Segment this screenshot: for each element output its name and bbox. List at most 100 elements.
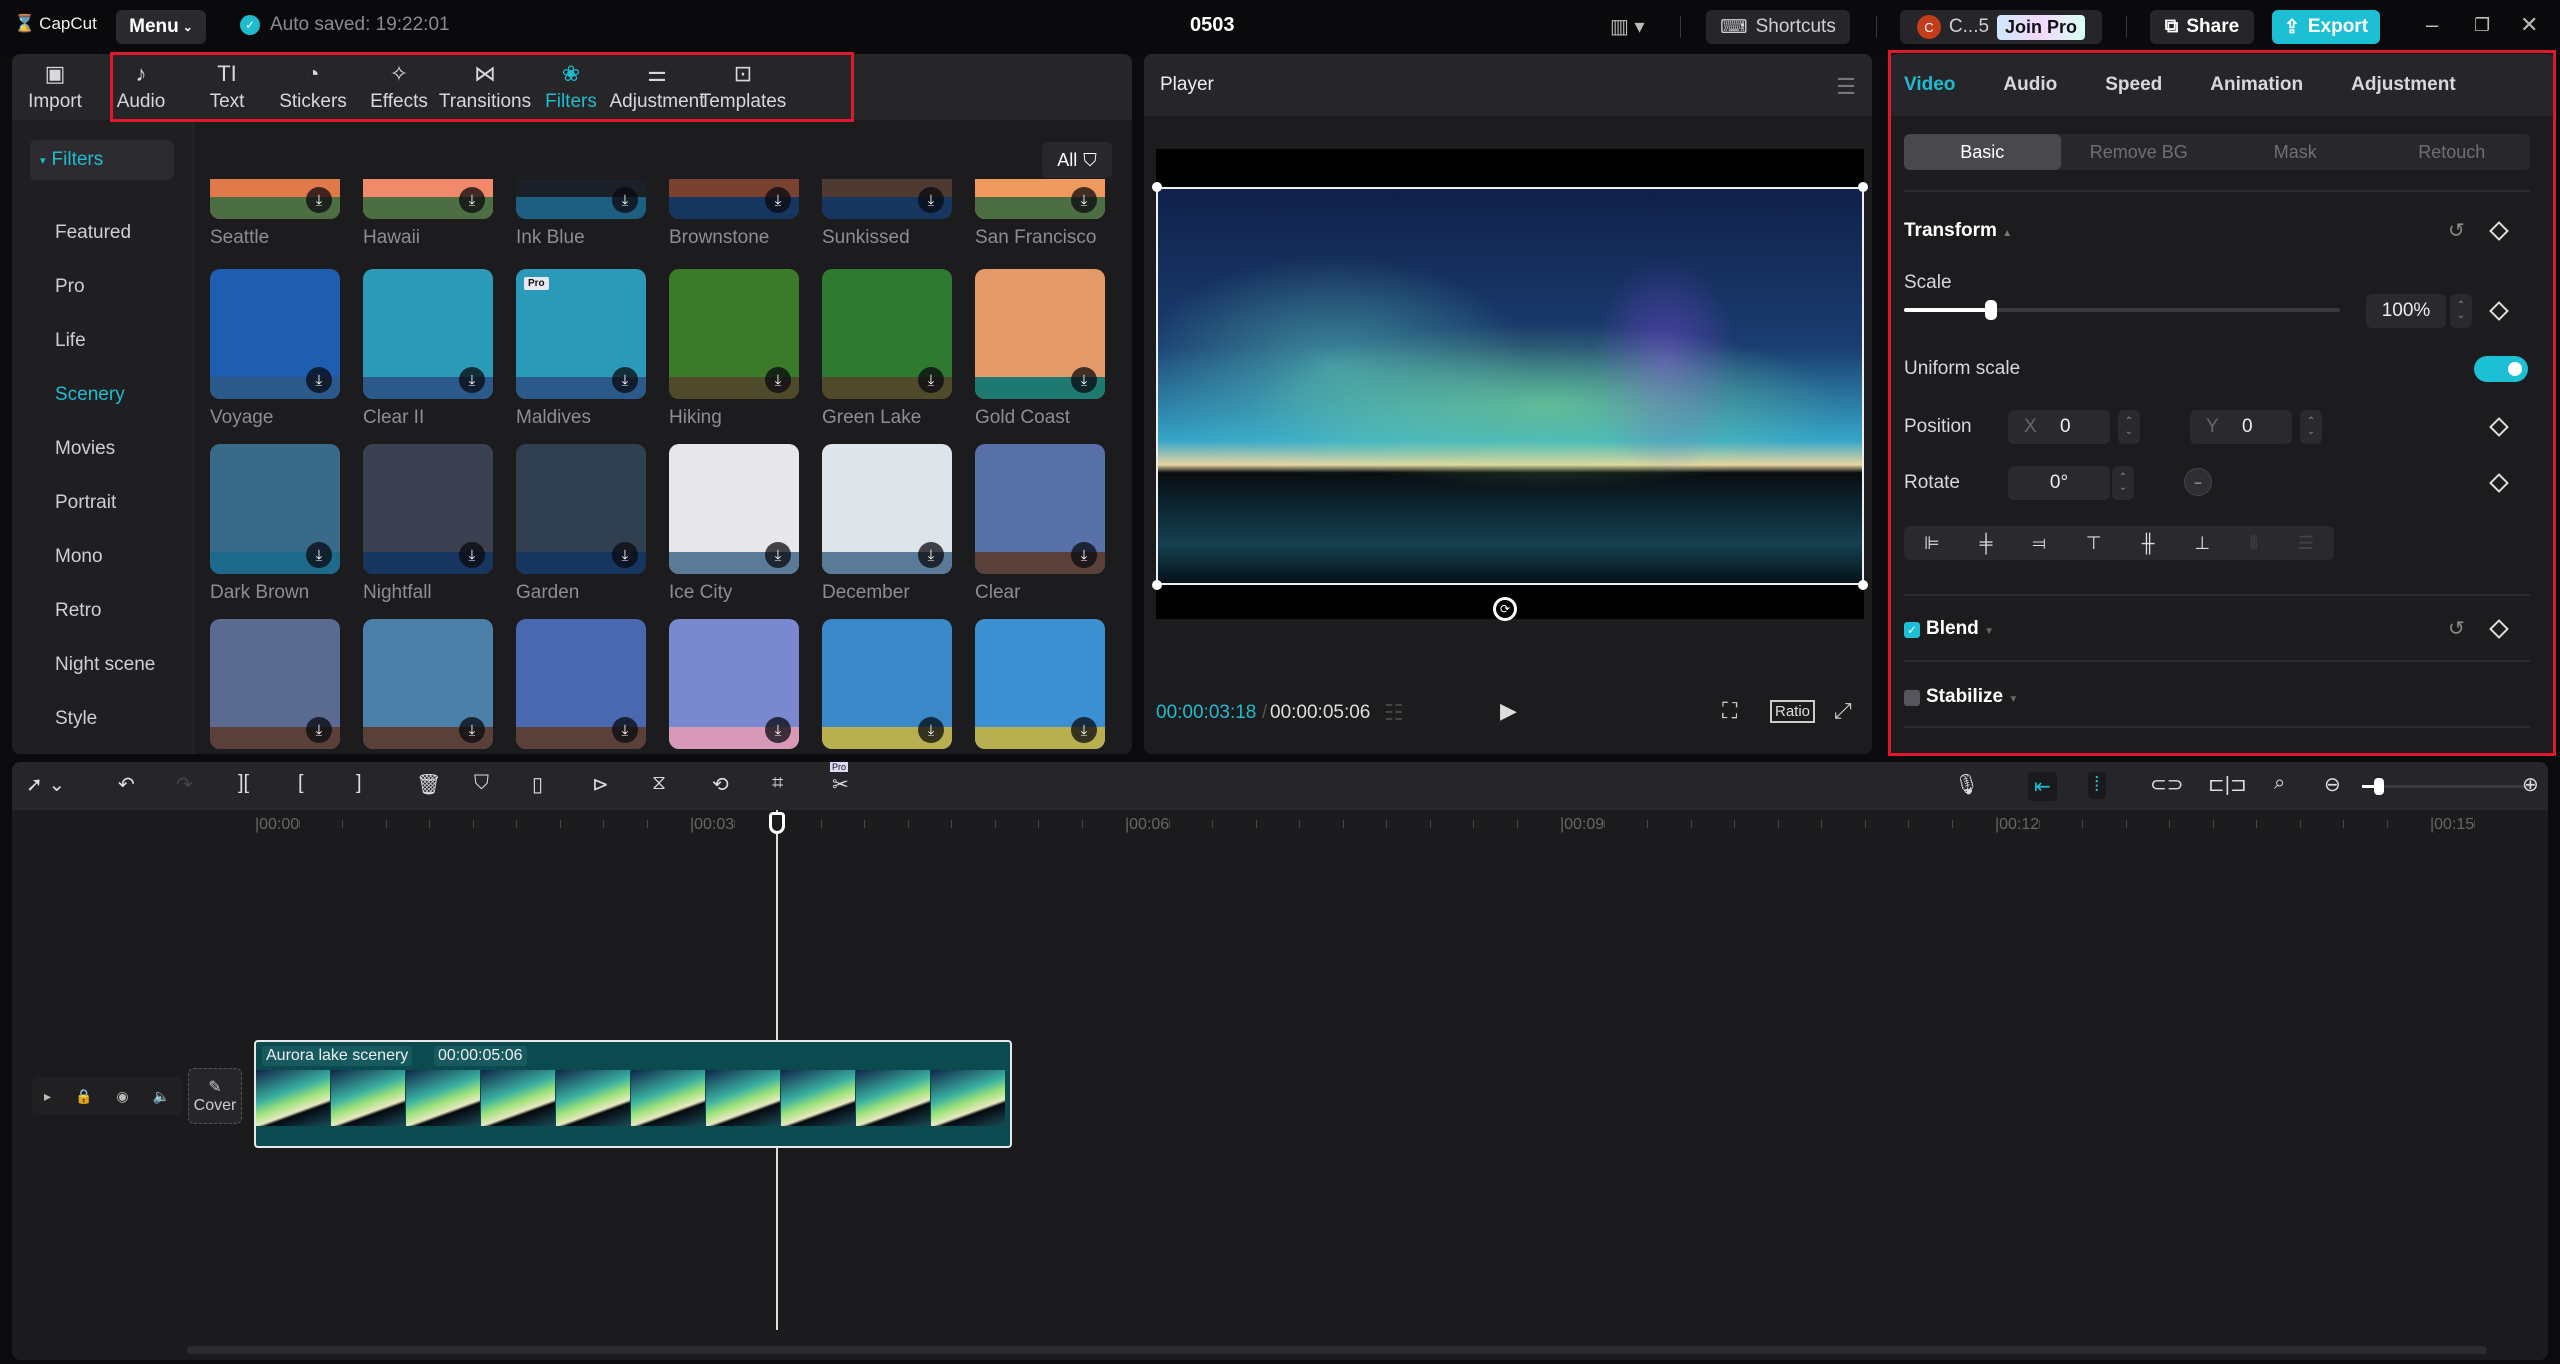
split-icon[interactable]: ][	[238, 772, 249, 795]
filter-thumbnail[interactable]: ⤓	[669, 619, 799, 749]
reverse-icon[interactable]: ⊳	[592, 772, 609, 797]
download-icon[interactable]: ⤓	[1071, 717, 1097, 743]
filter-card[interactable]: ⤓	[822, 619, 952, 754]
position-y-field[interactable]: Y0	[2190, 410, 2292, 444]
track-toggle-icon[interactable]: ▸	[44, 1088, 51, 1105]
filter-thumbnail[interactable]: ⤓	[516, 444, 646, 574]
keyframe-icon[interactable]	[2489, 619, 2509, 639]
filter-card[interactable]: ⤓ Ink Blue	[516, 179, 646, 249]
filter-thumbnail[interactable]: ⤓	[669, 269, 799, 399]
resize-handle-br[interactable]	[1858, 580, 1868, 590]
download-icon[interactable]: ⤓	[459, 367, 485, 393]
filter-card[interactable]: ⤓ Sunkissed	[822, 179, 952, 249]
download-icon[interactable]: ⤓	[306, 367, 332, 393]
sidebar-item-pro[interactable]: Pro	[55, 276, 85, 298]
filter-thumbnail[interactable]: ⤓	[822, 179, 952, 219]
align-left-icon[interactable]: ⊫	[1924, 533, 1940, 554]
restore-icon[interactable]: ❐	[2474, 15, 2490, 36]
filter-card[interactable]: ⤓ December	[822, 444, 952, 604]
crop-icon[interactable]: ⌗	[772, 772, 783, 795]
filter-card[interactable]: ⤓ Garden	[516, 444, 646, 604]
tab-templates[interactable]: ⊡ Templates	[700, 54, 787, 120]
tab-text[interactable]: TI Text	[184, 54, 270, 120]
hamburger-menu-icon[interactable]: ☰	[1836, 74, 1856, 100]
download-icon[interactable]: ⤓	[612, 187, 638, 213]
freeze-icon[interactable]: ▯	[532, 772, 543, 797]
timeline-scrollbar[interactable]	[187, 1346, 2487, 1354]
reset-icon[interactable]: ↺	[2448, 616, 2465, 641]
filter-card[interactable]: ⤓ Clear	[975, 444, 1105, 604]
sidebar-item-portrait[interactable]: Portrait	[55, 492, 116, 514]
menu-button[interactable]: Menu ⌄	[116, 10, 206, 44]
share-button[interactable]: ⧉ Share	[2150, 10, 2254, 44]
filter-thumbnail[interactable]: ⤓	[975, 619, 1105, 749]
sidebar-item-style[interactable]: Style	[55, 708, 97, 730]
filter-thumbnail[interactable]: ⤓	[516, 179, 646, 219]
auto-snapping-icon[interactable]: ⁞	[2088, 772, 2106, 799]
download-icon[interactable]: ⤓	[306, 717, 332, 743]
filter-card[interactable]: ⤓	[210, 619, 340, 754]
inspector-tab-speed[interactable]: Speed	[2105, 74, 2162, 96]
filter-card[interactable]: ⤓ Voyage	[210, 269, 340, 429]
download-icon[interactable]: ⤓	[306, 542, 332, 568]
filter-card[interactable]: ⤓ Ice City	[669, 444, 799, 604]
export-button[interactable]: ⇪ Export	[2272, 10, 2380, 44]
download-icon[interactable]: ⤓	[612, 367, 638, 393]
filter-card[interactable]: ⤓ Hiking	[669, 269, 799, 429]
sidebar-item-mono[interactable]: Mono	[55, 546, 103, 568]
tab-effects[interactable]: ✧ Effects	[356, 54, 442, 120]
subtab-retouch[interactable]: Retouch	[2374, 134, 2531, 170]
align-middle-v-icon[interactable]: ╫	[2142, 533, 2155, 554]
timeline-zoom-thumb[interactable]	[2374, 778, 2384, 795]
timeline-zoom-fit-icon[interactable]: ⌕	[2274, 772, 2285, 795]
inspector-tab-video[interactable]: Video	[1904, 74, 1955, 96]
stabilize-section-header[interactable]: Stabilize ▼	[1926, 686, 2018, 708]
filter-card[interactable]: ⤓ Green Lake	[822, 269, 952, 429]
download-icon[interactable]: ⤓	[1071, 187, 1097, 213]
scale-value-field[interactable]: 100%	[2366, 294, 2446, 328]
scale-slider-thumb[interactable]	[1985, 300, 1998, 320]
sidebar-item-retro[interactable]: Retro	[55, 600, 101, 622]
volume-icon[interactable]: 🔈	[153, 1088, 170, 1105]
split-right-icon[interactable]: ]	[356, 772, 362, 795]
download-icon[interactable]: ⤓	[765, 187, 791, 213]
layout-icon[interactable]: ▥ ▾	[1610, 14, 1645, 39]
main-track-magnet-icon[interactable]: ⇤	[2028, 772, 2057, 801]
filter-thumbnail[interactable]: ⤓	[363, 444, 493, 574]
filter-card[interactable]: ⤓	[669, 619, 799, 754]
align-right-icon[interactable]: ⫤	[2032, 533, 2046, 554]
tab-filters[interactable]: ❀ Filters	[528, 54, 614, 120]
download-icon[interactable]: ⤓	[918, 187, 944, 213]
position-x-stepper[interactable]: ⌃ ⌄	[2118, 410, 2140, 444]
tab-import[interactable]: ▣ Import	[12, 54, 98, 120]
ratio-button[interactable]: Ratio	[1770, 700, 1816, 723]
tab-adjustment[interactable]: ⚌ Adjustment	[609, 54, 704, 120]
video-clip[interactable]: Aurora lake scenery 00:00:05:06	[254, 1040, 1012, 1148]
join-pro-button[interactable]: Join Pro	[1997, 14, 2086, 40]
download-icon[interactable]: ⤓	[918, 367, 944, 393]
playhead-handle[interactable]	[769, 812, 785, 834]
filter-card[interactable]: ⤓ Hawaii	[363, 179, 493, 249]
tab-transitions[interactable]: ⋈ Transitions	[439, 54, 531, 120]
subtab-mask[interactable]: Mask	[2217, 134, 2374, 170]
filter-thumbnail[interactable]: ⤓	[669, 179, 799, 219]
keyframe-icon[interactable]	[2489, 301, 2509, 321]
resize-handle-tr[interactable]	[1858, 182, 1868, 192]
filter-card[interactable]: ⤓ Clear II	[363, 269, 493, 429]
auto-cut-pro-icon[interactable]: ✂ Pro	[830, 762, 849, 797]
download-icon[interactable]: ⤓	[765, 367, 791, 393]
zoom-out-icon[interactable]: ⊖	[2324, 772, 2341, 797]
rotate-dial[interactable]: –	[2184, 468, 2212, 496]
download-icon[interactable]: ⤓	[918, 717, 944, 743]
filter-card[interactable]: ⤓ Brownstone	[669, 179, 799, 249]
filter-card[interactable]: ⤓ Gold Coast	[975, 269, 1105, 429]
align-bottom-icon[interactable]: ⊥	[2194, 533, 2210, 554]
list-view-icon[interactable]: ☷	[1384, 700, 1404, 726]
mirror-icon[interactable]: ⧖	[652, 772, 666, 795]
rotate-stepper[interactable]: ⌃ ⌄	[2112, 466, 2134, 500]
filter-thumbnail[interactable]: ⤓ Pro	[516, 269, 646, 399]
filter-card[interactable]: ⤓ Dark Brown	[210, 444, 340, 604]
download-icon[interactable]: ⤓	[459, 542, 485, 568]
keyframe-icon[interactable]	[2489, 473, 2509, 493]
tab-audio[interactable]: ♪ Audio	[98, 54, 184, 120]
